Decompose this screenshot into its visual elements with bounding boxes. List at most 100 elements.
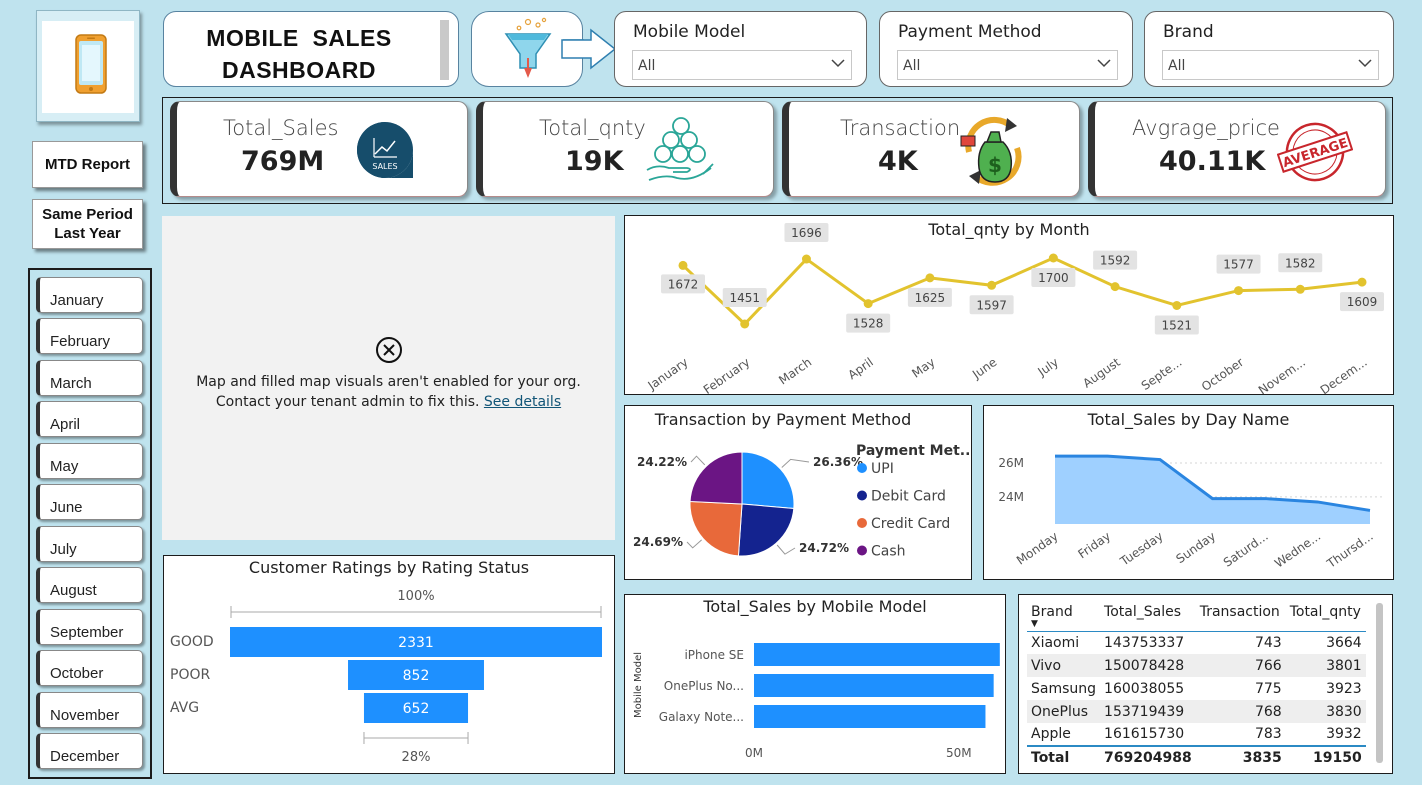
model-category-label: iPhone SE bbox=[684, 648, 744, 662]
map-message-line1: Map and filled map visuals aren't enable… bbox=[196, 374, 581, 390]
month-november-button[interactable]: November bbox=[36, 692, 143, 728]
qnty-point bbox=[678, 260, 688, 270]
mobile-model-dropdown[interactable]: All bbox=[632, 50, 852, 80]
sales-by-day-chart: Total_Sales by Day Name 26M 24M Monday Frid… bbox=[983, 405, 1394, 580]
chevron-down-icon bbox=[831, 59, 845, 68]
table-row[interactable]: Xiaomi 143753337 743 3664 bbox=[1027, 631, 1366, 654]
dropdown-value: All bbox=[638, 58, 656, 74]
month-tick-label: August bbox=[1080, 355, 1123, 391]
month-label: November bbox=[50, 707, 120, 724]
cell-total-qnty: 3923 bbox=[1326, 680, 1362, 697]
month-tick-label: June bbox=[969, 355, 999, 382]
table-row[interactable]: Apple 161615730 783 3932 bbox=[1027, 723, 1366, 746]
table-row[interactable]: OnePlus 153719439 768 3830 bbox=[1027, 700, 1366, 723]
col-header-brand[interactable]: Brand ▼ bbox=[1027, 603, 1101, 632]
col-header-total-sales[interactable]: Total_Sales bbox=[1100, 603, 1196, 632]
month-december-button[interactable]: December bbox=[36, 733, 143, 769]
qnty-point bbox=[740, 319, 750, 329]
rating-category-label: GOOD bbox=[170, 634, 214, 650]
money-bag-cycle-icon: $ bbox=[960, 116, 1022, 186]
qnty-data-label: 1696 bbox=[791, 226, 822, 240]
average-stamp-icon: AVERAGE bbox=[1277, 122, 1353, 182]
pie-legend-label: UPI bbox=[871, 461, 894, 477]
pie-data-label: 24.72% bbox=[799, 541, 849, 555]
dropdown-value: All bbox=[1168, 58, 1186, 74]
cell-total-label: Total bbox=[1027, 745, 1101, 769]
kpi-value: 40.11K bbox=[1159, 146, 1266, 177]
kpi-total-sales: Total_Sales 769M SALES bbox=[170, 101, 468, 197]
cell-total-sales: 160038055 bbox=[1104, 680, 1185, 697]
month-september-button[interactable]: September bbox=[36, 609, 143, 645]
payment-method-dropdown[interactable]: All bbox=[897, 50, 1118, 80]
day-tick-label: Tuesday bbox=[1117, 529, 1166, 569]
day-tick-label: Thursd... bbox=[1324, 529, 1376, 571]
pie-data-label: 24.22% bbox=[637, 455, 687, 469]
brand-dropdown[interactable]: All bbox=[1162, 50, 1379, 80]
table-row[interactable]: Vivo 150078428 766 3801 bbox=[1027, 654, 1366, 677]
month-july-button[interactable]: July bbox=[36, 526, 143, 562]
chevron-down-icon bbox=[1358, 59, 1372, 68]
month-march-button[interactable]: March bbox=[36, 360, 143, 396]
month-label: May bbox=[50, 458, 79, 475]
ratings-by-status-chart: Customer Ratings by Rating Status 100% 23… bbox=[163, 555, 615, 774]
see-details-link[interactable]: See details bbox=[484, 394, 561, 410]
month-tick-label: January bbox=[645, 355, 691, 393]
month-january-button[interactable]: January bbox=[36, 277, 143, 313]
slicer-payment-method: Payment Method All bbox=[879, 11, 1133, 87]
title-line-2: DASHBOARD bbox=[222, 57, 376, 83]
kpi-transaction: Transaction 4K $ bbox=[782, 101, 1080, 197]
table-row[interactable]: Samsung 160038055 775 3923 bbox=[1027, 677, 1366, 700]
cell-transaction: 783 bbox=[1254, 726, 1282, 742]
qnty-data-label: 1700 bbox=[1038, 271, 1069, 285]
month-june-button[interactable]: June bbox=[36, 484, 143, 520]
day-tick-label: Saturd... bbox=[1221, 529, 1271, 570]
qnty-point bbox=[987, 280, 997, 290]
model-bar bbox=[754, 705, 986, 728]
sort-down-icon: ▼ bbox=[1031, 619, 1038, 629]
qnty-point bbox=[1172, 300, 1182, 310]
same-period-last-year-button[interactable]: Same Period Last Year bbox=[32, 199, 143, 249]
qnty-data-label: 1451 bbox=[729, 291, 760, 305]
model-bar bbox=[754, 643, 1000, 666]
month-tick-label: May bbox=[909, 355, 937, 381]
error-circle-x-icon bbox=[376, 337, 402, 363]
month-label: March bbox=[50, 375, 92, 392]
slicer-label: Payment Method bbox=[898, 22, 1042, 42]
month-label: October bbox=[50, 665, 104, 682]
funnel-bottom-label: 28% bbox=[402, 750, 431, 765]
cell-transaction: 766 bbox=[1195, 654, 1286, 677]
mtd-report-label: MTD Report bbox=[45, 156, 130, 173]
table-scrollbar[interactable] bbox=[1376, 603, 1383, 763]
qnty-data-label: 1528 bbox=[853, 317, 884, 331]
month-tick-label: Septe... bbox=[1139, 355, 1185, 393]
col-header-transaction[interactable]: Transaction bbox=[1195, 603, 1286, 632]
rating-bar-value: 2331 bbox=[398, 635, 434, 651]
month-february-button[interactable]: February bbox=[36, 318, 143, 354]
kpi-value: 19K bbox=[565, 146, 624, 177]
pie-leader-line bbox=[690, 455, 706, 466]
cell-brand: Apple bbox=[1031, 726, 1071, 742]
month-label: February bbox=[50, 333, 111, 350]
svg-text:$: $ bbox=[988, 153, 1002, 177]
kpi-value: 4K bbox=[878, 146, 918, 177]
month-label: December bbox=[50, 748, 120, 765]
cell-transaction: 3835 bbox=[1195, 745, 1286, 769]
month-october-button[interactable]: October bbox=[36, 650, 143, 686]
month-august-button[interactable]: August bbox=[36, 567, 143, 603]
arrow-right-icon bbox=[561, 28, 617, 70]
col-header-total-qnty[interactable]: Total_qnty bbox=[1285, 603, 1366, 632]
spl-label-line2: Last Year bbox=[54, 225, 121, 242]
cell-total-sales: 161615730 bbox=[1104, 726, 1185, 742]
month-april-button[interactable]: April bbox=[36, 401, 143, 437]
brand-summary-table: Brand ▼ Total_Sales Transaction Total_qnt… bbox=[1018, 594, 1393, 774]
title-scrollbar[interactable] bbox=[440, 20, 449, 80]
dashboard-title: MOBILE SALES DASHBOARD bbox=[163, 11, 459, 87]
model-bar bbox=[754, 674, 994, 697]
mtd-report-button[interactable]: MTD Report bbox=[32, 141, 143, 188]
area-y-tick-label: 24M bbox=[998, 490, 1024, 504]
qnty-point bbox=[925, 273, 935, 283]
qnty-data-label: 1672 bbox=[668, 277, 699, 291]
kpi-title: Transaction bbox=[840, 116, 961, 140]
map-visual-placeholder: Map and filled map visuals aren't enable… bbox=[162, 216, 615, 540]
month-may-button[interactable]: May bbox=[36, 443, 143, 479]
